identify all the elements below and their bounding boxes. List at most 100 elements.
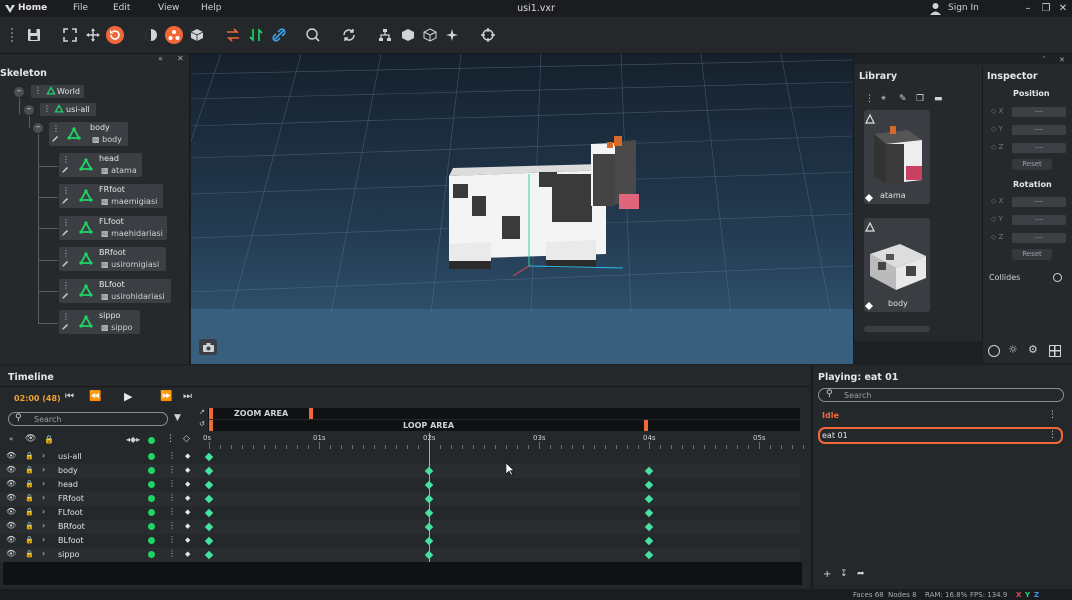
sign-in-link[interactable]: Sign In — [948, 3, 979, 13]
position-z-input[interactable]: ---- — [1012, 143, 1066, 153]
track-menu-icon[interactable]: ⋮ — [168, 507, 176, 516]
expand-track-icon[interactable]: › — [42, 465, 45, 474]
track-enabled-dot[interactable] — [148, 481, 155, 488]
library-item-partial[interactable] — [864, 326, 930, 332]
menu-view[interactable]: View — [158, 3, 179, 13]
visibility-icon[interactable]: 👁 — [6, 465, 16, 474]
node-menu-icon[interactable]: ⋮ — [62, 187, 70, 195]
lock-icon[interactable]: 🔒 — [25, 466, 34, 474]
expand-track-icon[interactable]: › — [42, 507, 45, 516]
toolbar-grip[interactable] — [11, 28, 15, 42]
keyframe[interactable] — [644, 550, 654, 560]
track-menu-icon[interactable]: ⋮ — [168, 479, 176, 488]
collapse-body-toggle[interactable]: – — [33, 123, 43, 133]
node-menu-icon[interactable]: ⋮ — [43, 105, 51, 113]
track-row[interactable]: 👁 🔒 › BLfoot ⋮ ◆ — [0, 534, 800, 548]
hierarchy-icon[interactable] — [376, 26, 394, 44]
track-menu-icon[interactable]: ⋮ — [168, 535, 176, 544]
track-enabled-dot[interactable] — [148, 523, 155, 530]
play-button[interactable]: ▶ — [124, 390, 132, 403]
expand-track-icon[interactable]: › — [42, 549, 45, 558]
keyframe[interactable] — [204, 536, 214, 546]
keyframe[interactable] — [204, 466, 214, 476]
node-menu-icon[interactable]: ⋮ — [62, 250, 70, 258]
swap-icon[interactable] — [224, 26, 242, 44]
visibility-icon[interactable]: 👁 — [6, 479, 16, 488]
bone-node-body[interactable]: ⋮ body ▩ body — [49, 122, 128, 146]
bone-mode-icon[interactable] — [165, 26, 183, 44]
export-animation-icon[interactable]: ➦ — [857, 569, 865, 579]
visibility-icon[interactable]: 👁 — [6, 451, 16, 460]
track-row[interactable]: 👁 🔒 › usi-all ⋮ ◆ — [0, 450, 800, 464]
track-row[interactable]: 👁 🔒 › FLfoot ⋮ ◆ — [0, 506, 800, 520]
pencil-icon[interactable]: ✎ — [899, 94, 907, 104]
keyframe[interactable] — [204, 550, 214, 560]
vertical-swap-icon[interactable] — [247, 26, 265, 44]
track-key-diamond-icon[interactable]: ◆ — [185, 452, 190, 460]
track-key-diamond-icon[interactable]: ◆ — [185, 508, 190, 516]
keyframe[interactable] — [644, 466, 654, 476]
edit-icon[interactable] — [61, 292, 69, 300]
keyframe[interactable] — [204, 452, 214, 462]
track-enabled-dot[interactable] — [148, 551, 155, 558]
loop-end-handle[interactable] — [644, 420, 648, 431]
cube-icon[interactable] — [188, 26, 206, 44]
solid-cube-icon[interactable] — [399, 26, 417, 44]
track-key-diamond-icon[interactable]: ◆ — [185, 522, 190, 530]
lock-header-icon[interactable]: 🔒 — [44, 435, 54, 444]
wire-cube-icon[interactable] — [421, 26, 439, 44]
keyframe[interactable] — [204, 508, 214, 518]
expand-track-icon[interactable]: › — [42, 493, 45, 502]
loop-mode-icon[interactable]: ↺ — [199, 420, 205, 428]
node-menu-icon[interactable]: ⋮ — [62, 282, 70, 290]
panel-expand-icon[interactable]: ˆ — [1042, 56, 1046, 64]
edit-icon[interactable] — [51, 135, 59, 143]
track-row[interactable]: 👁 🔒 › BRfoot ⋮ ◆ — [0, 520, 800, 534]
step-back-icon[interactable]: ⏪ — [89, 391, 101, 402]
bone-node-sippo[interactable]: ⋮ sippo ▩ sippo — [59, 310, 140, 334]
library-item-body[interactable]: body — [864, 218, 930, 312]
filter-icon[interactable]: ▼ — [174, 413, 181, 423]
rotate-tool-icon[interactable] — [106, 26, 124, 44]
bone-node-frfoot[interactable]: ⋮ FRfoot ▩ maemigiasi — [59, 184, 163, 208]
collapse-all-icon[interactable]: « — [9, 435, 13, 443]
playhead[interactable] — [429, 433, 430, 562]
edit-icon[interactable] — [61, 323, 69, 331]
track-menu-icon[interactable]: ⋮ — [168, 451, 176, 460]
keyframe[interactable] — [644, 480, 654, 490]
keyframe[interactable] — [204, 480, 214, 490]
collapse-usi-all-toggle[interactable]: – — [24, 105, 34, 115]
expand-track-icon[interactable]: › — [42, 479, 45, 488]
expand-track-icon[interactable]: › — [42, 521, 45, 530]
user-icon[interactable] — [929, 2, 942, 15]
track-key-diamond-icon[interactable]: ◆ — [185, 466, 190, 474]
visibility-header-icon[interactable]: 👁 — [25, 434, 36, 444]
sphere-icon[interactable] — [988, 345, 1000, 357]
keyframe[interactable] — [204, 494, 214, 504]
rotation-z-input[interactable]: ---- — [1012, 233, 1066, 243]
track-menu-icon[interactable]: ⋮ — [168, 521, 176, 530]
collapse-world-toggle[interactable]: – — [14, 87, 24, 97]
loop-start-handle[interactable] — [209, 420, 213, 431]
keyframe[interactable] — [644, 494, 654, 504]
track-enabled-dot[interactable] — [148, 509, 155, 516]
close-panel-icon[interactable]: ✕ — [177, 54, 184, 63]
zoom-start-handle[interactable] — [209, 408, 213, 419]
skip-start-icon[interactable]: ⏮ — [65, 391, 74, 402]
crosshair-icon[interactable] — [479, 26, 497, 44]
shading-icon[interactable] — [142, 26, 160, 44]
sparkle-icon[interactable] — [443, 26, 461, 44]
crop-icon[interactable]: ⌖ — [881, 94, 886, 104]
rotation-x-input[interactable]: ---- — [1012, 197, 1066, 207]
bone-node-usi-all[interactable]: ⋮ usi-all — [40, 103, 96, 116]
visibility-icon[interactable]: 👁 — [6, 549, 16, 558]
node-menu-icon[interactable]: ⋮ — [62, 219, 70, 227]
track-search-input[interactable]: ⚲ Search — [8, 412, 168, 426]
track-enabled-dot[interactable] — [148, 495, 155, 502]
zoom-mode-icon[interactable]: ↗ — [199, 408, 205, 416]
step-forward-icon[interactable]: ⏩ — [160, 391, 172, 402]
visibility-icon[interactable]: 👁 — [6, 493, 16, 502]
loop-area-bar[interactable]: LOOP AREA — [208, 420, 800, 431]
camera-icon[interactable] — [199, 339, 217, 355]
bone-node-blfoot[interactable]: ⋮ BLfoot ▩ usirohidariasi — [59, 279, 171, 303]
